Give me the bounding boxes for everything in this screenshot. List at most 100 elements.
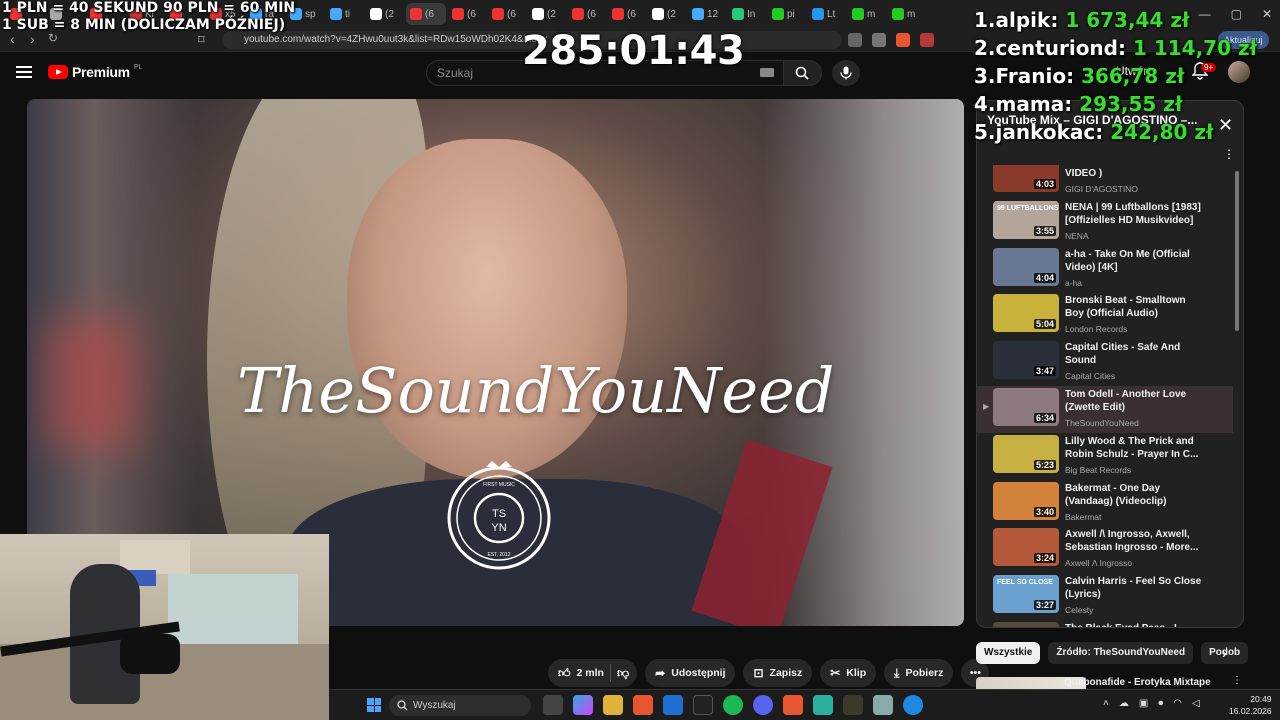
leaderboard-amount: 1 114,70 zł — [1132, 36, 1258, 60]
voice-search-button[interactable] — [832, 60, 860, 86]
playlist-item[interactable]: 3:47 Capital Cities - Safe And Sound Capit… — [977, 339, 1233, 386]
playlist-item[interactable]: 99 LUFTBALLONS 3:55 NENA | 99 Luftballons … — [977, 199, 1233, 246]
bookmark-icon[interactable]: ⌑ — [198, 32, 205, 48]
like-icon[interactable]: 👍︎ — [558, 666, 571, 681]
leaderboard-rank: 1. — [974, 8, 996, 32]
volume-icon[interactable]: ◁ — [1192, 698, 1200, 709]
filter-chip[interactable]: Źródło: TheSoundYouNeed — [1048, 642, 1194, 664]
browser-tab[interactable]: (2 — [648, 3, 686, 25]
share-page-icon[interactable] — [872, 33, 886, 47]
playlist-item[interactable]: 4:03 TOUJOURS ( OFFICIAL VIDEO ) GIGI D'AG… — [977, 165, 1233, 199]
browser-tab[interactable]: m — [888, 3, 926, 25]
duration-badge: 3:55 — [1033, 225, 1056, 236]
playlist-item[interactable]: ▶ 6:34 Tom Odell - Another Love (Zwette Ed… — [977, 386, 1233, 433]
taskbar-search-input[interactable]: Wyszukaj — [389, 695, 531, 716]
browser-tab[interactable]: (6 — [448, 3, 486, 25]
playlist-item[interactable]: 3:24 Axwell /\ Ingrosso, Axwell, Sebastia… — [977, 526, 1233, 573]
keyboard-icon[interactable] — [760, 68, 774, 77]
wifi-icon[interactable]: ◠ — [1173, 698, 1182, 709]
teamviewer-icon[interactable] — [903, 695, 923, 715]
tab-favicon-icon — [652, 8, 664, 20]
copilot-icon[interactable] — [573, 695, 593, 715]
playlist-item[interactable]: 3:40 Bakermat - One Day (Vandaag) (Videoc… — [977, 480, 1233, 527]
leaderboard-row: 1.alpik: 1 673,44 zł — [974, 6, 1257, 34]
leaderboard-row: 4.mama: 293,55 zł — [974, 90, 1257, 118]
file-explorer-icon[interactable] — [603, 695, 623, 715]
save-button[interactable]: ⊡ Zapisz — [743, 659, 813, 687]
leaderboard-name: jankokac: — [995, 120, 1104, 144]
playlist-thumbnail: 3:24 — [993, 528, 1059, 567]
rules-line-2: 1 SUB = 8 MIN (DOLICZAM PÓŹNIEJ) — [2, 17, 286, 33]
cast-icon[interactable] — [848, 33, 862, 47]
app-tray-icon[interactable]: ▣ — [1139, 698, 1148, 709]
brave-icon[interactable] — [633, 695, 653, 715]
close-window-icon[interactable]: ✕ — [1262, 7, 1272, 21]
dislike-icon[interactable]: 👎︎ — [617, 666, 629, 681]
playlist-item[interactable]: 5:23 Lilly Wood & The Prick and Robin Sch… — [977, 433, 1233, 480]
playlist-item-channel: GIGI D'AGOSTINO — [1065, 184, 1138, 194]
brave-active-icon[interactable] — [783, 695, 803, 715]
download-button[interactable]: ⤓ Pobierz — [884, 659, 954, 687]
leaderboard-amount: 242,80 zł — [1110, 120, 1214, 144]
app-icon-2[interactable] — [843, 695, 863, 715]
notes-icon[interactable] — [813, 695, 833, 715]
microphone-tray-icon[interactable]: ⏺ — [1158, 698, 1163, 709]
more-vertical-icon[interactable]: ⋮ — [1223, 147, 1235, 161]
leaderboard-name: centuriond: — [995, 36, 1126, 60]
recommendation-item[interactable]: Quebonafide - Erotyka Mixtape ⋮ — [976, 675, 1276, 689]
browser-tab[interactable]: Lt — [808, 3, 846, 25]
webcam-overlay — [0, 534, 329, 720]
browser-tab[interactable]: (6 — [406, 3, 446, 25]
tab-favicon-icon — [812, 8, 824, 20]
playlist-item[interactable]: 4:04 a-ha - Take On Me (Official Video) [… — [977, 246, 1233, 293]
search-button[interactable] — [784, 60, 822, 86]
taskbar-clock[interactable]: 20:49 16.02.2026 — [1229, 693, 1272, 717]
browser-tab[interactable]: ti — [326, 3, 364, 25]
logo-text: Premium — [72, 64, 130, 80]
calculator-icon[interactable] — [873, 695, 893, 715]
leaderboard-row: 3.Franio: 366,78 zł — [974, 62, 1257, 90]
cloud-icon[interactable]: ☁ — [1119, 698, 1129, 709]
menu-icon[interactable] — [16, 66, 32, 78]
browser-tab[interactable]: (2 — [366, 3, 404, 25]
rules-line-1: 1 PLN = 40 SEKUND 90 PLN = 60 MIN — [2, 0, 296, 16]
browser-tab[interactable]: m — [848, 3, 886, 25]
playlist-item[interactable]: The Black Eyed Peas - I Gotta Feeling (O… — [977, 620, 1233, 627]
windows-start-icon[interactable] — [367, 698, 381, 712]
browser-tab[interactable]: (6 — [608, 3, 646, 25]
browser-tab[interactable]: (6 — [568, 3, 606, 25]
brave-shield-icon[interactable] — [896, 33, 910, 47]
browser-tab[interactable]: (2 — [528, 3, 566, 25]
tab-label: ti — [345, 8, 350, 20]
playlist-item[interactable]: 5:04 Bronski Beat - Smalltown Boy (Offici… — [977, 292, 1233, 339]
app-icon[interactable] — [693, 695, 713, 715]
browser-tab[interactable]: 12 — [688, 3, 726, 25]
duration-badge: 3:40 — [1033, 506, 1056, 517]
leaderboard-row: 2.centuriond: 1 114,70 zł — [974, 34, 1257, 62]
playlist-item-title: Bakermat - One Day (Vandaag) (Videoclip) — [1065, 482, 1167, 507]
playlist-scrollbar[interactable] — [1235, 171, 1239, 331]
playlist-thumbnail — [993, 622, 1059, 627]
webcam-cabinet — [168, 574, 298, 644]
chevron-right-icon[interactable]: › — [1222, 645, 1227, 661]
task-view-icon[interactable] — [543, 695, 563, 715]
more-vertical-icon[interactable]: ⋮ — [1232, 675, 1242, 686]
browser-tab[interactable]: (6 — [488, 3, 526, 25]
discord-icon[interactable] — [753, 695, 773, 715]
youtube-premium-logo[interactable]: Premium PL — [48, 64, 142, 80]
filter-chip[interactable]: Wszystkie — [976, 642, 1041, 664]
donation-rules-overlay: 1 PLN = 40 SEKUND 90 PLN = 60 MIN 1 SUB … — [2, 0, 295, 34]
playlist-item-title: Calvin Harris - Feel So Close (Lyrics) — [1065, 576, 1202, 601]
logo-region: PL — [133, 63, 143, 71]
chevron-up-icon[interactable]: ˄ — [1103, 698, 1109, 709]
playlist-item[interactable]: FEEL SO CLOSE 3:27 Calvin Harris - Feel So… — [977, 573, 1233, 620]
extension-icon[interactable] — [920, 33, 934, 47]
store-icon[interactable] — [663, 695, 683, 715]
share-button[interactable]: ➦ Udostępnij — [645, 659, 736, 687]
browser-tab[interactable]: In — [728, 3, 766, 25]
clip-button[interactable]: ✂ Klip — [820, 659, 877, 687]
browser-tab[interactable]: pi — [768, 3, 806, 25]
spotify-icon[interactable] — [723, 695, 743, 715]
like-count[interactable]: 2 mln — [577, 667, 604, 679]
playlist-item-channel: a-ha — [1065, 277, 1083, 288]
